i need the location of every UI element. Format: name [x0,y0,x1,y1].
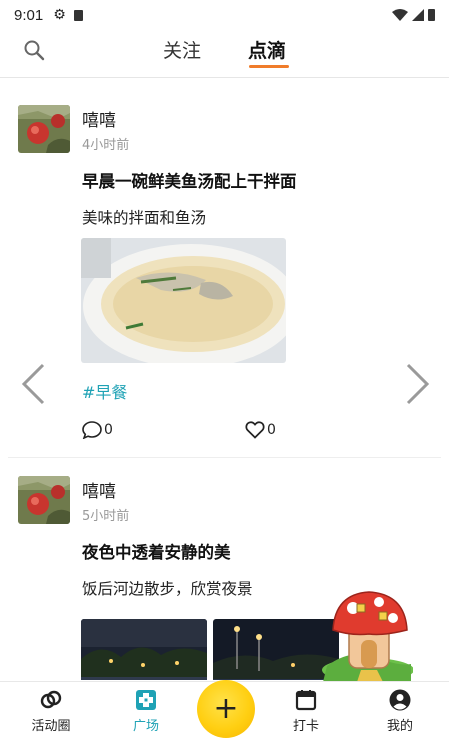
rings-icon [40,690,62,709]
add-post-button[interactable]: + [197,680,255,738]
battery-icon [428,9,435,21]
like-button[interactable]: 0 [245,421,276,439]
nav-label: 广场 [132,719,159,734]
nav-checkin[interactable]: 打卡 [266,686,346,734]
active-tab-indicator [249,65,289,68]
next-arrow-icon[interactable] [402,362,432,406]
status-bar: 9:01 ⚙ [0,0,449,30]
mushroom-house-mascot[interactable] [313,586,413,682]
tab-drip[interactable]: 点滴 [248,36,286,63]
status-time: 9:01 [14,6,44,24]
post-title: 夜色中透着安静的美 [82,543,231,562]
calendar-icon [295,690,317,711]
post-divider [8,457,441,458]
username[interactable]: 嘻嘻 [82,106,116,131]
avatar[interactable] [18,476,70,524]
bottom-navigation: 活动圈 广场 + 打卡 我的 [0,680,449,744]
post-title: 早晨一碗鲜美鱼汤配上干拌面 [82,172,297,191]
square-icon [136,690,156,710]
post-description: 饭后河边散步，欣赏夜景 [82,580,253,598]
sd-card-icon [73,9,83,21]
post-time: 5小时前 [82,509,130,524]
top-bar: 关注 点滴 [0,30,449,78]
tab-follow[interactable]: 关注 [163,36,201,63]
avatar[interactable] [18,105,70,153]
wifi-icon [392,9,408,21]
user-icon [389,689,411,711]
like-count: 0 [267,422,276,438]
previous-arrow-icon[interactable] [19,362,49,406]
comment-button[interactable]: 0 [82,421,113,439]
search-icon[interactable] [22,38,46,62]
nav-square[interactable]: 广场 [106,686,186,734]
post-image[interactable] [81,238,286,363]
post-hashtag[interactable]: #早餐 [82,379,127,403]
nav-label: 我的 [386,719,413,734]
nav-label: 活动圈 [31,719,71,734]
heart-icon [245,421,265,439]
username[interactable]: 嘻嘻 [82,477,116,502]
comment-count: 0 [104,422,113,438]
nav-activity-circle[interactable]: 活动圈 [11,686,91,734]
status-indicators [392,9,435,21]
post-description: 美味的拌面和鱼汤 [82,209,207,227]
comment-icon [82,421,102,439]
post-image[interactable] [81,619,207,680]
post-time: 4小时前 [82,138,130,153]
settings-gear-icon: ⚙ [53,7,66,23]
nav-mine[interactable]: 我的 [360,686,440,734]
cell-signal-icon [412,9,424,21]
nav-label: 打卡 [292,719,319,734]
